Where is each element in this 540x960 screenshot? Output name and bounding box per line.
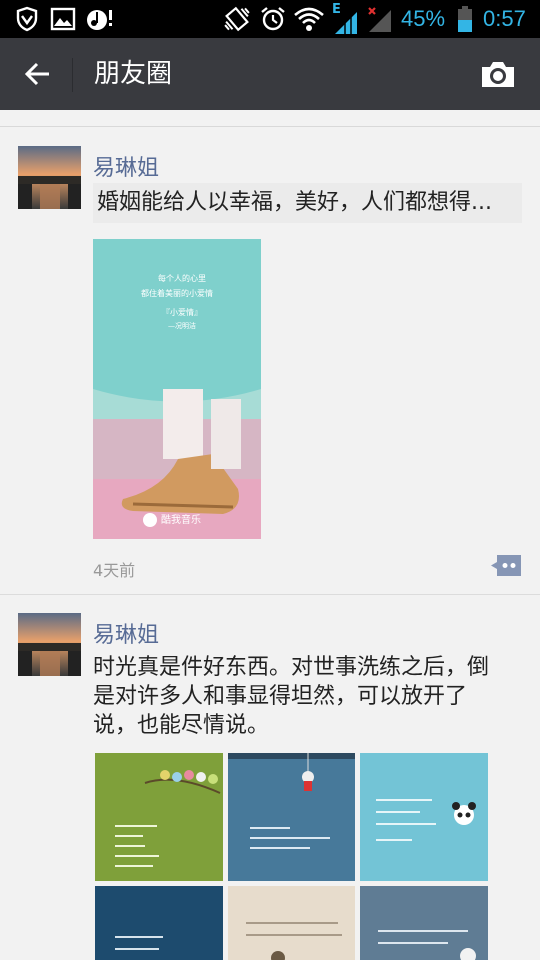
no-signal-icon	[364, 0, 394, 38]
feed-top-divider	[0, 126, 540, 127]
grid-photo-navy[interactable]	[95, 886, 223, 960]
camera-button[interactable]	[474, 52, 522, 96]
action-bar-divider	[72, 58, 73, 92]
post-text-line2: 是对许多人和事显得坦然，可以放开了	[93, 684, 468, 709]
battery-icon	[454, 0, 476, 38]
alarm-icon	[258, 0, 288, 38]
battery-percent: 45%	[401, 6, 446, 31]
page-title: 朋友圈	[94, 59, 173, 89]
back-button[interactable]	[14, 50, 62, 98]
post-text-line1: 时光真是件好东西。对世事洗练之后，倒	[93, 655, 490, 680]
shared-link[interactable]: 婚姻能给人以幸福，美好，人们都想得...	[93, 183, 522, 223]
photo-caption-line3: 『小爱情』	[162, 308, 202, 317]
picture-icon	[48, 0, 78, 38]
shield-icon	[12, 0, 42, 38]
avatar[interactable]	[18, 146, 81, 209]
author-name[interactable]: 易琳姐	[93, 150, 159, 182]
vibrate-icon	[220, 0, 254, 38]
post-time: 4天前	[93, 561, 136, 580]
avatar[interactable]	[18, 613, 81, 676]
grid-photo-grey[interactable]	[360, 886, 488, 960]
clock-time: 0:57	[483, 6, 526, 31]
post-divider	[0, 594, 540, 595]
photo-caption-line4: —况明洁	[168, 322, 196, 330]
post-text-line3: 说，也能尽情说。	[93, 713, 270, 738]
post-photo[interactable]: 每个人的心里 都住着美丽的小爱情 『小爱情』 —况明洁 酷我音乐	[93, 239, 261, 539]
camera-icon	[482, 62, 514, 87]
signal-icon: E	[330, 0, 360, 38]
photo-caption-line1: 每个人的心里	[158, 274, 206, 283]
photo-brand: 酷我音乐	[161, 515, 201, 526]
grid-photo-green[interactable]	[95, 753, 223, 881]
grid-photo-panda[interactable]	[360, 753, 488, 881]
kuwo-logo-icon	[143, 513, 157, 527]
music-notification-icon	[84, 0, 116, 38]
photo-caption-line2: 都住着美丽的小爱情	[141, 289, 213, 298]
action-bar: 朋友圈	[0, 38, 540, 110]
comment-button[interactable]	[490, 553, 523, 578]
network-type-label: E	[332, 2, 341, 17]
comment-icon	[491, 555, 521, 576]
author-name[interactable]: 易琳姐	[93, 617, 159, 649]
arrow-left-icon	[24, 62, 49, 86]
status-bar: E 45% 0:57	[0, 0, 540, 38]
wifi-icon	[292, 0, 326, 38]
shared-link-title: 婚姻能给人以幸福，美好，人们都想得...	[97, 190, 492, 215]
grid-photo-beige[interactable]	[228, 886, 355, 960]
grid-photo-astronaut[interactable]	[228, 753, 355, 881]
